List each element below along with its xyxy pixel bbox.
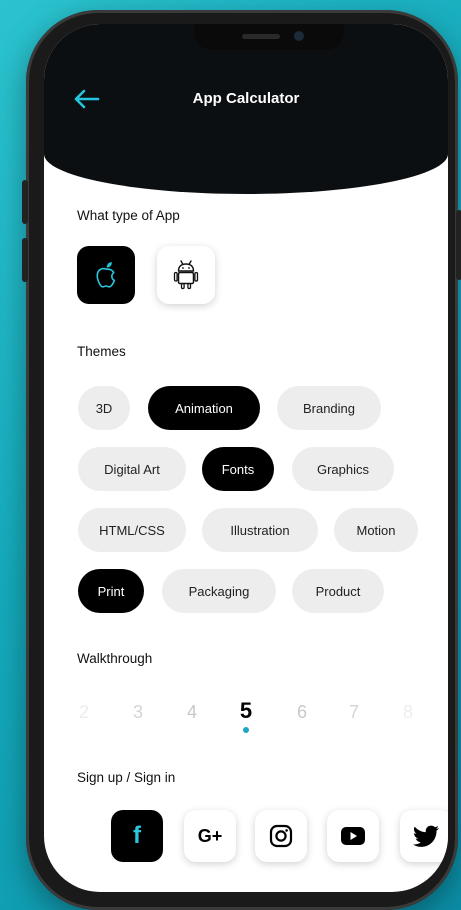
theme-chip[interactable]: Digital Art [78, 447, 186, 491]
walkthrough-number-selected[interactable]: 5 [234, 698, 258, 724]
walkthrough-number[interactable]: 3 [126, 702, 150, 723]
youtube-button[interactable] [327, 810, 379, 862]
theme-chip[interactable]: Animation [148, 386, 260, 430]
instagram-icon [269, 824, 293, 848]
facebook-icon: f [133, 822, 141, 849]
theme-chip[interactable]: Illustration [202, 508, 318, 552]
signup-label: Sign up / Sign in [77, 770, 176, 785]
theme-chip[interactable]: Motion [334, 508, 418, 552]
theme-chip[interactable]: 3D [78, 386, 130, 430]
walkthrough-number[interactable]: 7 [342, 702, 366, 723]
theme-chip[interactable]: Print [78, 569, 144, 613]
app-header: App Calculator [44, 24, 448, 194]
walkthrough-number[interactable]: 8 [396, 702, 420, 723]
instagram-button[interactable] [255, 810, 307, 862]
twitter-button[interactable] [400, 810, 448, 862]
theme-chip[interactable]: Graphics [292, 447, 394, 491]
android-option-button[interactable] [157, 246, 215, 304]
theme-chip[interactable]: Fonts [202, 447, 274, 491]
front-camera [294, 31, 304, 41]
twitter-icon [413, 825, 439, 847]
youtube-icon [341, 827, 365, 845]
themes-label: Themes [77, 344, 126, 359]
facebook-button[interactable]: f [111, 810, 163, 862]
apple-icon [96, 262, 116, 288]
selected-indicator-dot [243, 727, 249, 733]
theme-chip[interactable]: Packaging [162, 569, 276, 613]
walkthrough-number[interactable]: 6 [290, 702, 314, 723]
google-plus-icon: G+ [197, 825, 223, 846]
apple-option-button[interactable] [77, 246, 135, 304]
walkthrough-number[interactable]: 4 [180, 702, 204, 723]
app-type-label: What type of App [77, 208, 180, 223]
page-title: App Calculator [192, 90, 300, 107]
volume-down-button [22, 238, 28, 282]
android-icon [173, 260, 199, 290]
google-plus-button[interactable]: G+ [184, 810, 236, 862]
theme-chip[interactable]: Product [292, 569, 384, 613]
theme-chip[interactable]: Branding [277, 386, 381, 430]
speaker [242, 34, 280, 39]
walkthrough-number[interactable]: 2 [72, 702, 96, 723]
app-screen: App Calculator What type of App Themes 3… [44, 24, 448, 892]
notch [194, 24, 344, 50]
volume-up-button [22, 180, 28, 224]
walkthrough-label: Walkthrough [77, 651, 153, 666]
power-button [456, 210, 461, 280]
theme-chip[interactable]: HTML/CSS [78, 508, 186, 552]
